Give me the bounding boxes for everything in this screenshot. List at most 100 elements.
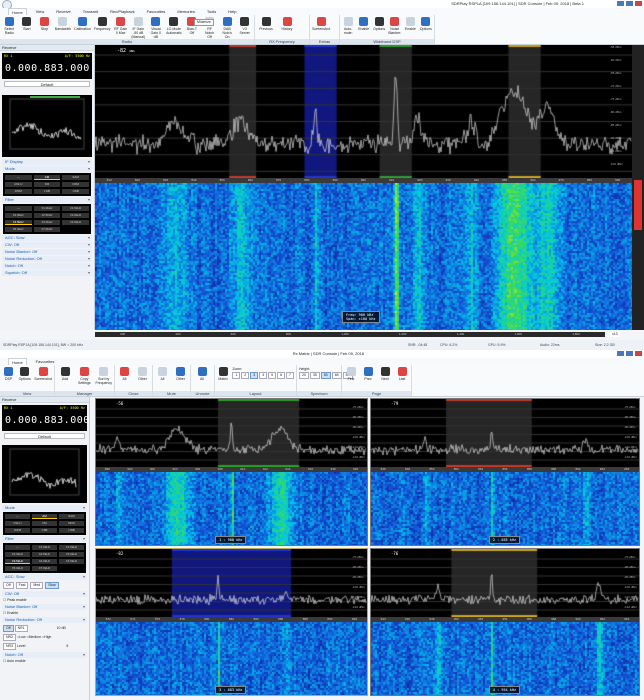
option-lsb[interactable]: LSB	[34, 189, 61, 194]
option-3-5khz[interactable]: ±3.5kHz	[5, 220, 32, 225]
nb-enable-checkbox[interactable]: ☐ Enable	[0, 611, 89, 616]
select-radio-button[interactable]: Select Radio	[2, 17, 17, 35]
squelch-off-section[interactable]: Squelch: Off	[2, 270, 92, 276]
previous-button[interactable]: Previous	[257, 17, 275, 31]
option-[interactable]: ---	[5, 545, 30, 550]
last-button[interactable]: Last	[395, 367, 409, 381]
option-1-0khz[interactable]: ±1.0kHz	[34, 206, 61, 211]
options-button[interactable]: Options	[18, 367, 31, 381]
visual-gain-0-db-button[interactable]: Visual Gain 0 dB	[149, 17, 164, 39]
height-50[interactable]: 50	[321, 372, 331, 379]
first-button[interactable]: First	[344, 367, 358, 381]
all-button[interactable]: All	[193, 367, 211, 381]
zoom-level-6[interactable]: 6	[277, 372, 285, 379]
maximize-button[interactable]	[626, 1, 633, 6]
enable-button[interactable]: Enable	[404, 17, 416, 31]
height-35[interactable]: 35	[310, 372, 320, 379]
all-button[interactable]: All	[117, 367, 132, 381]
option-2-0khz[interactable]: ±2.0kHz	[5, 552, 30, 557]
option-2-0khz[interactable]: ±2.0kHz	[5, 213, 32, 218]
zoom-level-1[interactable]: 1	[232, 372, 240, 379]
zoom-level-7[interactable]: 7	[286, 372, 294, 379]
agc-fast-button[interactable]: Fast	[16, 582, 29, 589]
minimize-button[interactable]	[617, 1, 624, 6]
preset-select[interactable]: Default	[4, 81, 90, 87]
mode-section[interactable]: Mode	[2, 505, 87, 511]
option-2-5khz[interactable]: ±2.5kHz	[34, 213, 61, 218]
nr-medium-radio[interactable]: Medium	[29, 635, 41, 639]
option-4-0khz[interactable]: ±4.0kHz	[34, 220, 61, 225]
stop-button[interactable]: Stop	[37, 17, 52, 31]
tab-tools[interactable]: Tools	[204, 8, 219, 15]
level-bar[interactable]	[632, 45, 644, 330]
receiver-pane-2[interactable]: -79-70 dBm-80 dBm-90 dBm-100 dBm-110 dBm…	[370, 398, 640, 546]
lo-mode-automatic-button[interactable]: LO Mode Automatic	[166, 17, 182, 35]
options-button[interactable]: Options	[420, 17, 432, 31]
waterfall-display[interactable]: Freq: 900 kHzSpan: ±100 kHz	[95, 183, 632, 330]
option-4-5khz[interactable]: ±4.5kHz	[62, 220, 89, 225]
option-[interactable]: ---	[5, 514, 30, 519]
option-3-0khz[interactable]: ±3.0kHz	[62, 213, 89, 218]
bandwidth-button[interactable]: Bandwidth	[55, 17, 71, 31]
option-cw-u[interactable]: CW-U	[5, 521, 30, 526]
auto-enable-checkbox[interactable]: ☐ Auto enable	[0, 659, 89, 664]
option-cw-u[interactable]: CW-U	[5, 182, 32, 187]
noise-reduction-section[interactable]: Noise Reduction: Off	[2, 617, 87, 623]
close-button[interactable]	[635, 1, 642, 6]
option-1-5khz[interactable]: ±1.5kHz	[62, 206, 89, 211]
notch-section[interactable]: Notch: Off	[2, 652, 87, 658]
frequency-button[interactable]: Frequency	[94, 17, 111, 31]
option-7-0khz[interactable]: ±7.0kHz	[34, 227, 61, 232]
filter-section[interactable]: Filter	[2, 536, 87, 542]
option-[interactable]: ---	[5, 175, 32, 180]
copy-settings-button[interactable]: Copy Settings	[76, 367, 92, 385]
option-4-5khz[interactable]: ±4.5kHz	[59, 559, 84, 564]
option-lsb[interactable]: LSB	[32, 528, 57, 533]
tab-favourites[interactable]: Favourites	[33, 358, 58, 365]
nr2-button[interactable]: NR2	[3, 634, 16, 641]
history-button[interactable]: History	[278, 17, 296, 31]
receiver-pane-1[interactable]: -56-70 dBm-80 dBm-90 dBm-100 dBm-110 dBm…	[95, 398, 368, 546]
option-1-5khz[interactable]: ±1.5kHz	[59, 545, 84, 550]
option-nfm[interactable]: NFM	[59, 521, 84, 526]
option-[interactable]: ---	[5, 206, 32, 211]
mode-section[interactable]: Mode	[2, 166, 92, 172]
auto-mute-button[interactable]: Auto-mute:	[342, 17, 354, 35]
height-65[interactable]: 65	[332, 372, 342, 379]
nr-off-button[interactable]: Off	[3, 625, 14, 632]
tab-transmit[interactable]: Transmit	[80, 8, 101, 15]
matrix-button[interactable]: Matrix	[217, 367, 229, 381]
option-wfm[interactable]: WFM	[5, 189, 32, 194]
option-am[interactable]: AM	[32, 514, 57, 519]
option-3-0khz[interactable]: ±3.0kHz	[59, 552, 84, 557]
tab-view[interactable]: View	[33, 8, 48, 15]
tab-receive[interactable]: Receive	[53, 8, 73, 15]
cw-section[interactable]: CW: Off	[2, 591, 87, 597]
peak-enable-checkbox[interactable]: ☐ Peak enable	[0, 598, 89, 603]
spectrum-display[interactable]: -82 dBm -55 dBm-60 dBm-65 dBm-70 dBm-75 …	[95, 45, 632, 178]
agc-slow-button[interactable]: Slow	[45, 582, 59, 589]
option-usb[interactable]: USB	[62, 189, 89, 194]
start-button[interactable]: Start	[20, 17, 35, 31]
noise-reduction-off-section[interactable]: Noise Reduction: Off	[2, 256, 92, 262]
option-wfm[interactable]: WFM	[5, 528, 30, 533]
add-button[interactable]: Add	[57, 367, 73, 381]
nr-low-radio[interactable]: Low	[19, 635, 25, 639]
option-sam[interactable]: SAM	[62, 175, 89, 180]
option-nfm[interactable]: NFM	[62, 182, 89, 187]
nr3-button[interactable]: NR3	[3, 643, 16, 650]
agc-section[interactable]: AGC: Slow	[2, 574, 87, 580]
zoom-level-3[interactable]: 3	[250, 372, 258, 379]
screenshot-button[interactable]: Screenshot	[34, 367, 52, 381]
option-2-5khz[interactable]: ±2.5kHz	[32, 552, 57, 557]
maximize-button[interactable]	[626, 351, 633, 356]
option-4-0khz[interactable]: ±4.0kHz	[32, 559, 57, 564]
tab-home[interactable]: Home	[8, 358, 27, 365]
option-fm[interactable]: FM	[32, 521, 57, 526]
filter-section[interactable]: Filter	[2, 197, 92, 203]
nr1-button[interactable]: NR1	[15, 625, 28, 632]
zoom-level-5[interactable]: 5	[268, 372, 276, 379]
option-fm[interactable]: FM	[34, 182, 61, 187]
option-sam[interactable]: SAM	[59, 514, 84, 519]
option-5-0khz[interactable]: ±5.0kHz	[5, 227, 32, 232]
